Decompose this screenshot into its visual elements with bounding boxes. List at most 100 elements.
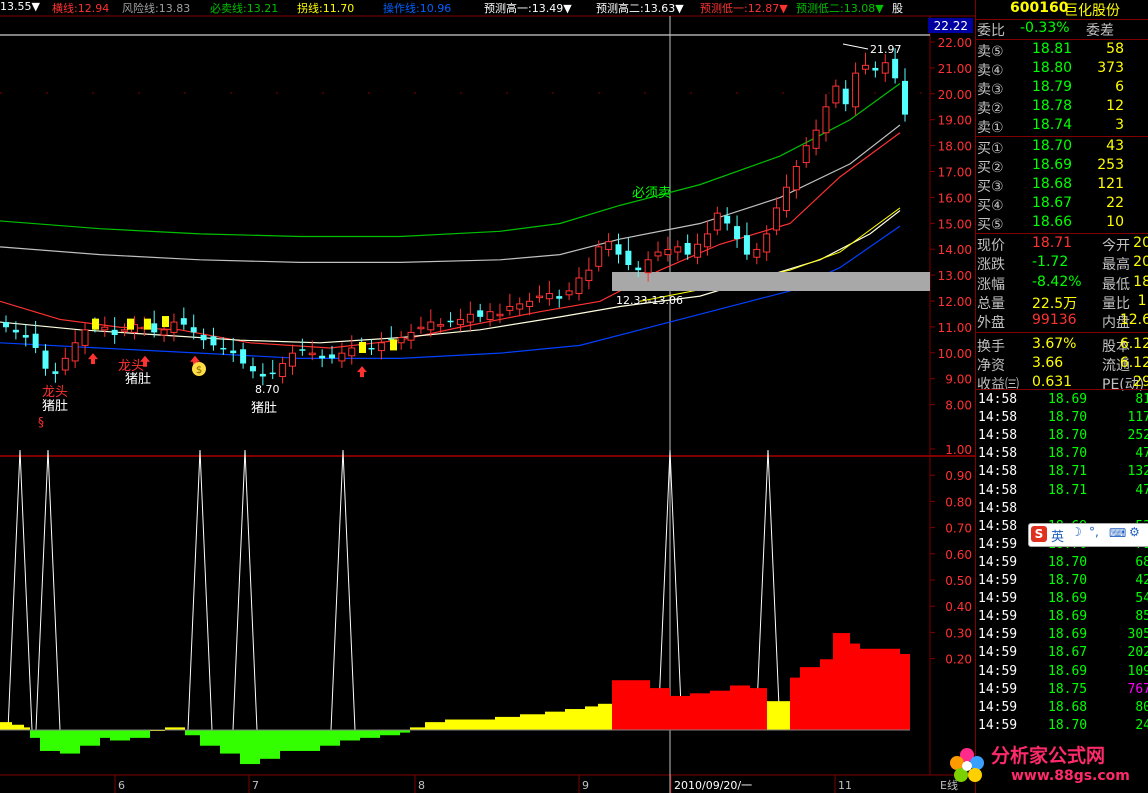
- candle-body-up: [377, 342, 385, 352]
- pattern-label: 猪肚: [42, 399, 68, 414]
- stat-value: 6.12: [1119, 335, 1148, 352]
- tick-row: 14:58: [976, 501, 1148, 519]
- date-label: 7: [252, 779, 259, 792]
- chart-area[interactable]: 22.00 21.00 20.00 19.00 18.00 17.00 16.00 15.00…: [0, 0, 975, 793]
- keyboard-icon[interactable]: ⌨: [1109, 526, 1126, 540]
- tick-volume: 85: [1135, 609, 1148, 625]
- tick-time: 14:59: [978, 717, 1018, 733]
- candle-body-down: [210, 336, 217, 346]
- histogram-bar: [612, 680, 630, 730]
- candle-body-up: [575, 277, 583, 295]
- candle-body-up: [288, 352, 296, 367]
- candle-body-down: [269, 372, 276, 375]
- histogram-bar: [495, 716, 520, 730]
- candle-body-up: [496, 313, 504, 317]
- histogram-bar: [60, 730, 80, 754]
- candle-body-up: [170, 321, 178, 333]
- candle-body-up: [713, 212, 721, 231]
- candle-body-up: [792, 165, 800, 191]
- tick-row: 14:58 18.69 81: [976, 392, 1148, 410]
- tick-price: 18.67: [1048, 645, 1088, 661]
- quote-panel: 600160 巨化股份 委比 -0.33% 委差 卖⑤ 18.81 58 卖④ 18.8…: [975, 0, 1148, 793]
- date-label: 6: [118, 779, 125, 792]
- candle-body-up: [585, 269, 593, 282]
- tick-time: 14:58: [978, 464, 1018, 480]
- histogram-bar: [900, 654, 910, 730]
- ime-lang-toggle[interactable]: 英: [1051, 526, 1064, 545]
- buy-arrow-icon: [88, 353, 98, 365]
- indicator-axis-label: 1.00: [945, 443, 972, 457]
- candle-body-down: [299, 349, 306, 351]
- signal-spike: [755, 449, 781, 731]
- order-level-label: 买①: [977, 141, 1004, 157]
- histogram-bar: [185, 730, 200, 736]
- pattern-label: 猪肚: [125, 372, 151, 387]
- candle-body-up: [516, 303, 524, 310]
- tick-price: 18.71: [1048, 464, 1088, 480]
- stat-label: 现价: [977, 238, 1005, 254]
- tick-time: 14:59: [978, 554, 1018, 570]
- stat-row: 换手 3.67% 股本 6.12: [976, 335, 1148, 355]
- candle-body-up: [427, 321, 435, 331]
- candle-body-down: [635, 267, 642, 271]
- tick-volume: 109: [1127, 663, 1148, 679]
- indicator-axis-label: 0.30: [945, 626, 972, 640]
- tick-price: 18.68: [1048, 699, 1088, 715]
- candle-body-up: [763, 233, 771, 253]
- candle-body-down: [477, 310, 484, 317]
- ime-toolbar[interactable]: S 英 ☽ °, ⌨ ⚙: [1028, 523, 1148, 547]
- stat-row: 现价 18.71 今开 20: [976, 235, 1148, 254]
- tick-volume: 47: [1135, 482, 1148, 498]
- weibi-row: 委比 -0.33% 委差: [976, 20, 1148, 39]
- order-level-label: 卖①: [977, 120, 1004, 136]
- indicator-value: 操作线:10.96: [383, 2, 452, 15]
- candle-body-down: [892, 58, 899, 79]
- candle-body-down: [734, 226, 741, 240]
- histogram-bar: [425, 722, 445, 730]
- stat-row: 涨幅 -8.42% 最低 18: [976, 274, 1148, 293]
- stat-row: 涨跌 -1.72 最高 20: [976, 254, 1148, 273]
- range-label: 12.33-13.06: [616, 294, 683, 307]
- histogram-bar: [710, 690, 730, 730]
- settings-icon[interactable]: ⚙: [1129, 525, 1140, 539]
- must-sell-line: [0, 83, 901, 238]
- tick-price: 18.71: [1048, 482, 1088, 498]
- tick-volume: 132: [1127, 464, 1148, 480]
- order-level-label: 买④: [977, 198, 1004, 214]
- tick-price: 18.70: [1048, 446, 1088, 462]
- candle-body-up: [664, 248, 672, 256]
- tick-volume: 24: [1135, 717, 1148, 733]
- price-axis-label: 20.00: [938, 88, 972, 102]
- stat-value: -1.72: [1032, 254, 1069, 271]
- order-volume: 22: [1106, 195, 1124, 211]
- histogram-bar: [630, 680, 650, 730]
- candle-body-up: [417, 326, 425, 330]
- buy-arrow-icon: [357, 366, 367, 378]
- sell-label: 必须卖: [632, 186, 671, 201]
- highlight-candle: [92, 318, 99, 330]
- tick-time: 14:59: [978, 663, 1018, 679]
- tick-price: 18.70: [1048, 554, 1088, 570]
- moon-icon[interactable]: ☽: [1071, 525, 1082, 539]
- buy-level-row: 买④ 18.67 22: [976, 195, 1148, 214]
- candle-body-up: [861, 64, 869, 70]
- order-level-label: 卖②: [977, 101, 1004, 117]
- candle-body-down: [230, 350, 237, 354]
- kline-chart[interactable]: 22.00 21.00 20.00 19.00 18.00 17.00 16.00 15.00…: [0, 0, 975, 793]
- candle-body-up: [674, 246, 682, 253]
- histogram-bar: [380, 730, 400, 736]
- tick-volume: 47: [1135, 446, 1148, 462]
- price-axis-label: 9.00: [945, 373, 972, 387]
- candle-body-up: [101, 326, 109, 331]
- punct-icon[interactable]: °,: [1089, 525, 1099, 539]
- candle-body-up: [279, 363, 287, 377]
- price-axis-label: 11.00: [938, 321, 972, 335]
- indicator-axis-label: 0.20: [945, 653, 972, 667]
- candle-body-down: [111, 329, 118, 336]
- ime-logo-icon[interactable]: S: [1031, 526, 1047, 542]
- tick-time: 14:58: [978, 392, 1018, 407]
- candle-body-up: [822, 106, 830, 134]
- order-level-label: 买③: [977, 179, 1004, 195]
- tick-volume: 54: [1135, 591, 1148, 607]
- indicator-value: 13.55▼: [0, 0, 40, 13]
